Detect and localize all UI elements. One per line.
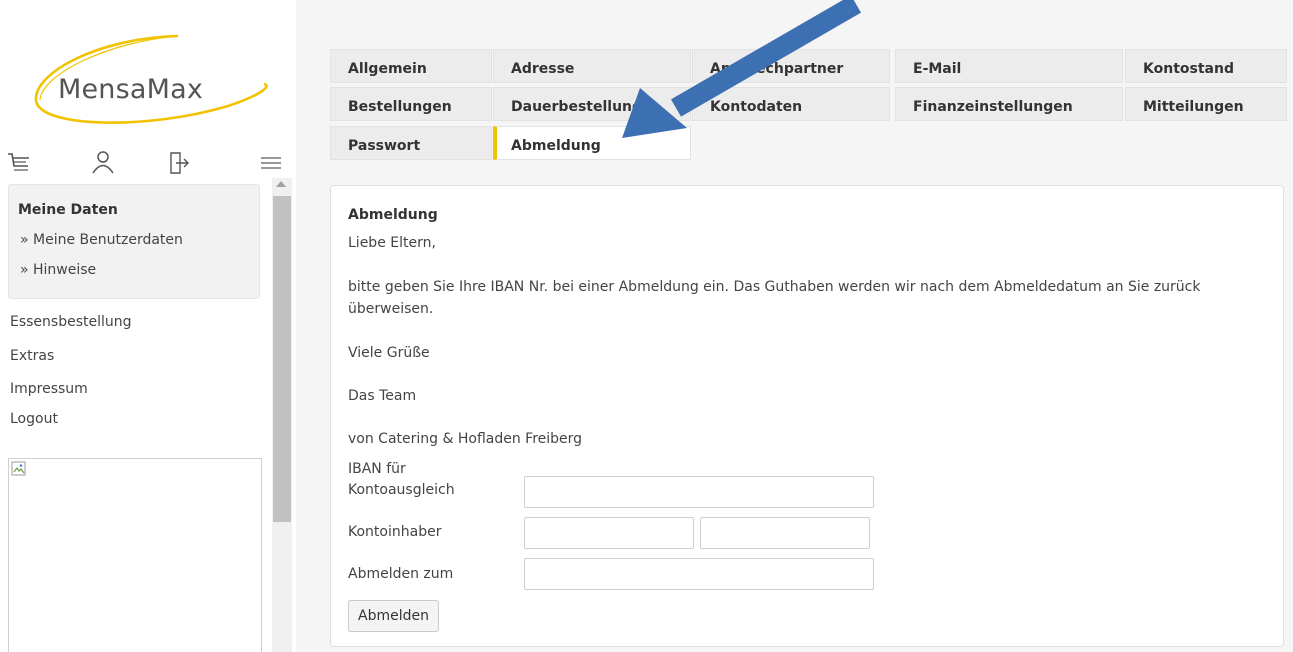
sidebar-item-hinweise[interactable]: » Hinweise <box>20 262 96 278</box>
tab-mitteilungen[interactable]: Mitteilungen <box>1125 87 1287 121</box>
hamburger-menu-icon[interactable] <box>256 148 286 178</box>
sidebar-icon-bar <box>0 148 290 182</box>
instruction-text-line2: überweisen. <box>348 301 434 317</box>
kontoinhaber-first-input[interactable] <box>524 517 694 549</box>
sidebar-item-essensbestellung[interactable]: Essensbestellung <box>10 314 132 330</box>
team-text: Das Team <box>348 388 417 404</box>
kontoinhaber-label: Kontoinhaber <box>348 524 442 540</box>
cart-icon[interactable] <box>4 148 34 178</box>
company-text: von Catering & Hofladen Freiberg <box>348 431 583 447</box>
broken-image-placeholder <box>8 458 262 652</box>
tab-e-mail[interactable]: E-Mail <box>895 49 1123 83</box>
iban-label-line2: Kontoausgleich <box>348 482 455 498</box>
sidebar-item-extras[interactable]: Extras <box>10 348 54 364</box>
tab-finanzeinstellungen[interactable]: Finanzeinstellungen <box>895 87 1123 121</box>
meine-daten-panel: Meine Daten » Meine Benutzerdaten » Hinw… <box>8 184 260 299</box>
logo-text[interactable]: MensaMax <box>58 74 203 105</box>
instruction-text-line1: bitte geben Sie Ihre IBAN Nr. bei einer … <box>348 279 1201 295</box>
tab-abmeldung[interactable]: Abmeldung <box>493 126 691 160</box>
sidebar: MensaMax Meine Daten » Meine Benutzerdat… <box>0 0 295 652</box>
panel-title: Meine Daten <box>18 202 118 218</box>
tab-ansprechpartner[interactable]: Ansprechpartner <box>692 49 890 83</box>
sidebar-item-impressum[interactable]: Impressum <box>10 381 88 397</box>
user-icon[interactable] <box>88 148 118 178</box>
tab-kontodaten[interactable]: Kontodaten <box>692 87 890 121</box>
tab-kontostand[interactable]: Kontostand <box>1125 49 1287 83</box>
page-title: Abmeldung <box>348 207 438 223</box>
broken-image-icon <box>11 461 27 477</box>
main-area: Allgemein Adresse Ansprechpartner E-Mail… <box>296 0 1293 652</box>
greeting-text: Liebe Eltern, <box>348 235 436 251</box>
regards-text: Viele Grüße <box>348 345 430 361</box>
tab-allgemein[interactable]: Allgemein <box>330 49 492 83</box>
scroll-up-arrow-icon[interactable] <box>276 181 286 187</box>
iban-label-line1: IBAN für <box>348 461 406 477</box>
abmelden-zum-label: Abmelden zum <box>348 566 454 582</box>
tab-dauerbestellung[interactable]: Dauerbestellung <box>493 87 691 121</box>
tab-bestellungen[interactable]: Bestellungen <box>330 87 492 121</box>
kontoinhaber-last-input[interactable] <box>700 517 870 549</box>
tab-passwort[interactable]: Passwort <box>330 126 492 160</box>
scrollbar-thumb[interactable] <box>273 196 291 522</box>
logout-icon[interactable] <box>162 148 192 178</box>
abmelden-zum-input[interactable] <box>524 558 874 590</box>
sidebar-scrollbar[interactable] <box>272 178 292 652</box>
tab-adresse[interactable]: Adresse <box>493 49 691 83</box>
sidebar-item-meine-benutzerdaten[interactable]: » Meine Benutzerdaten <box>20 232 183 248</box>
sidebar-item-logout[interactable]: Logout <box>10 411 58 427</box>
abmelden-button[interactable]: Abmelden <box>348 600 439 632</box>
iban-input[interactable] <box>524 476 874 508</box>
abmeldung-panel: Abmeldung Liebe Eltern, bitte geben Sie … <box>330 185 1284 647</box>
